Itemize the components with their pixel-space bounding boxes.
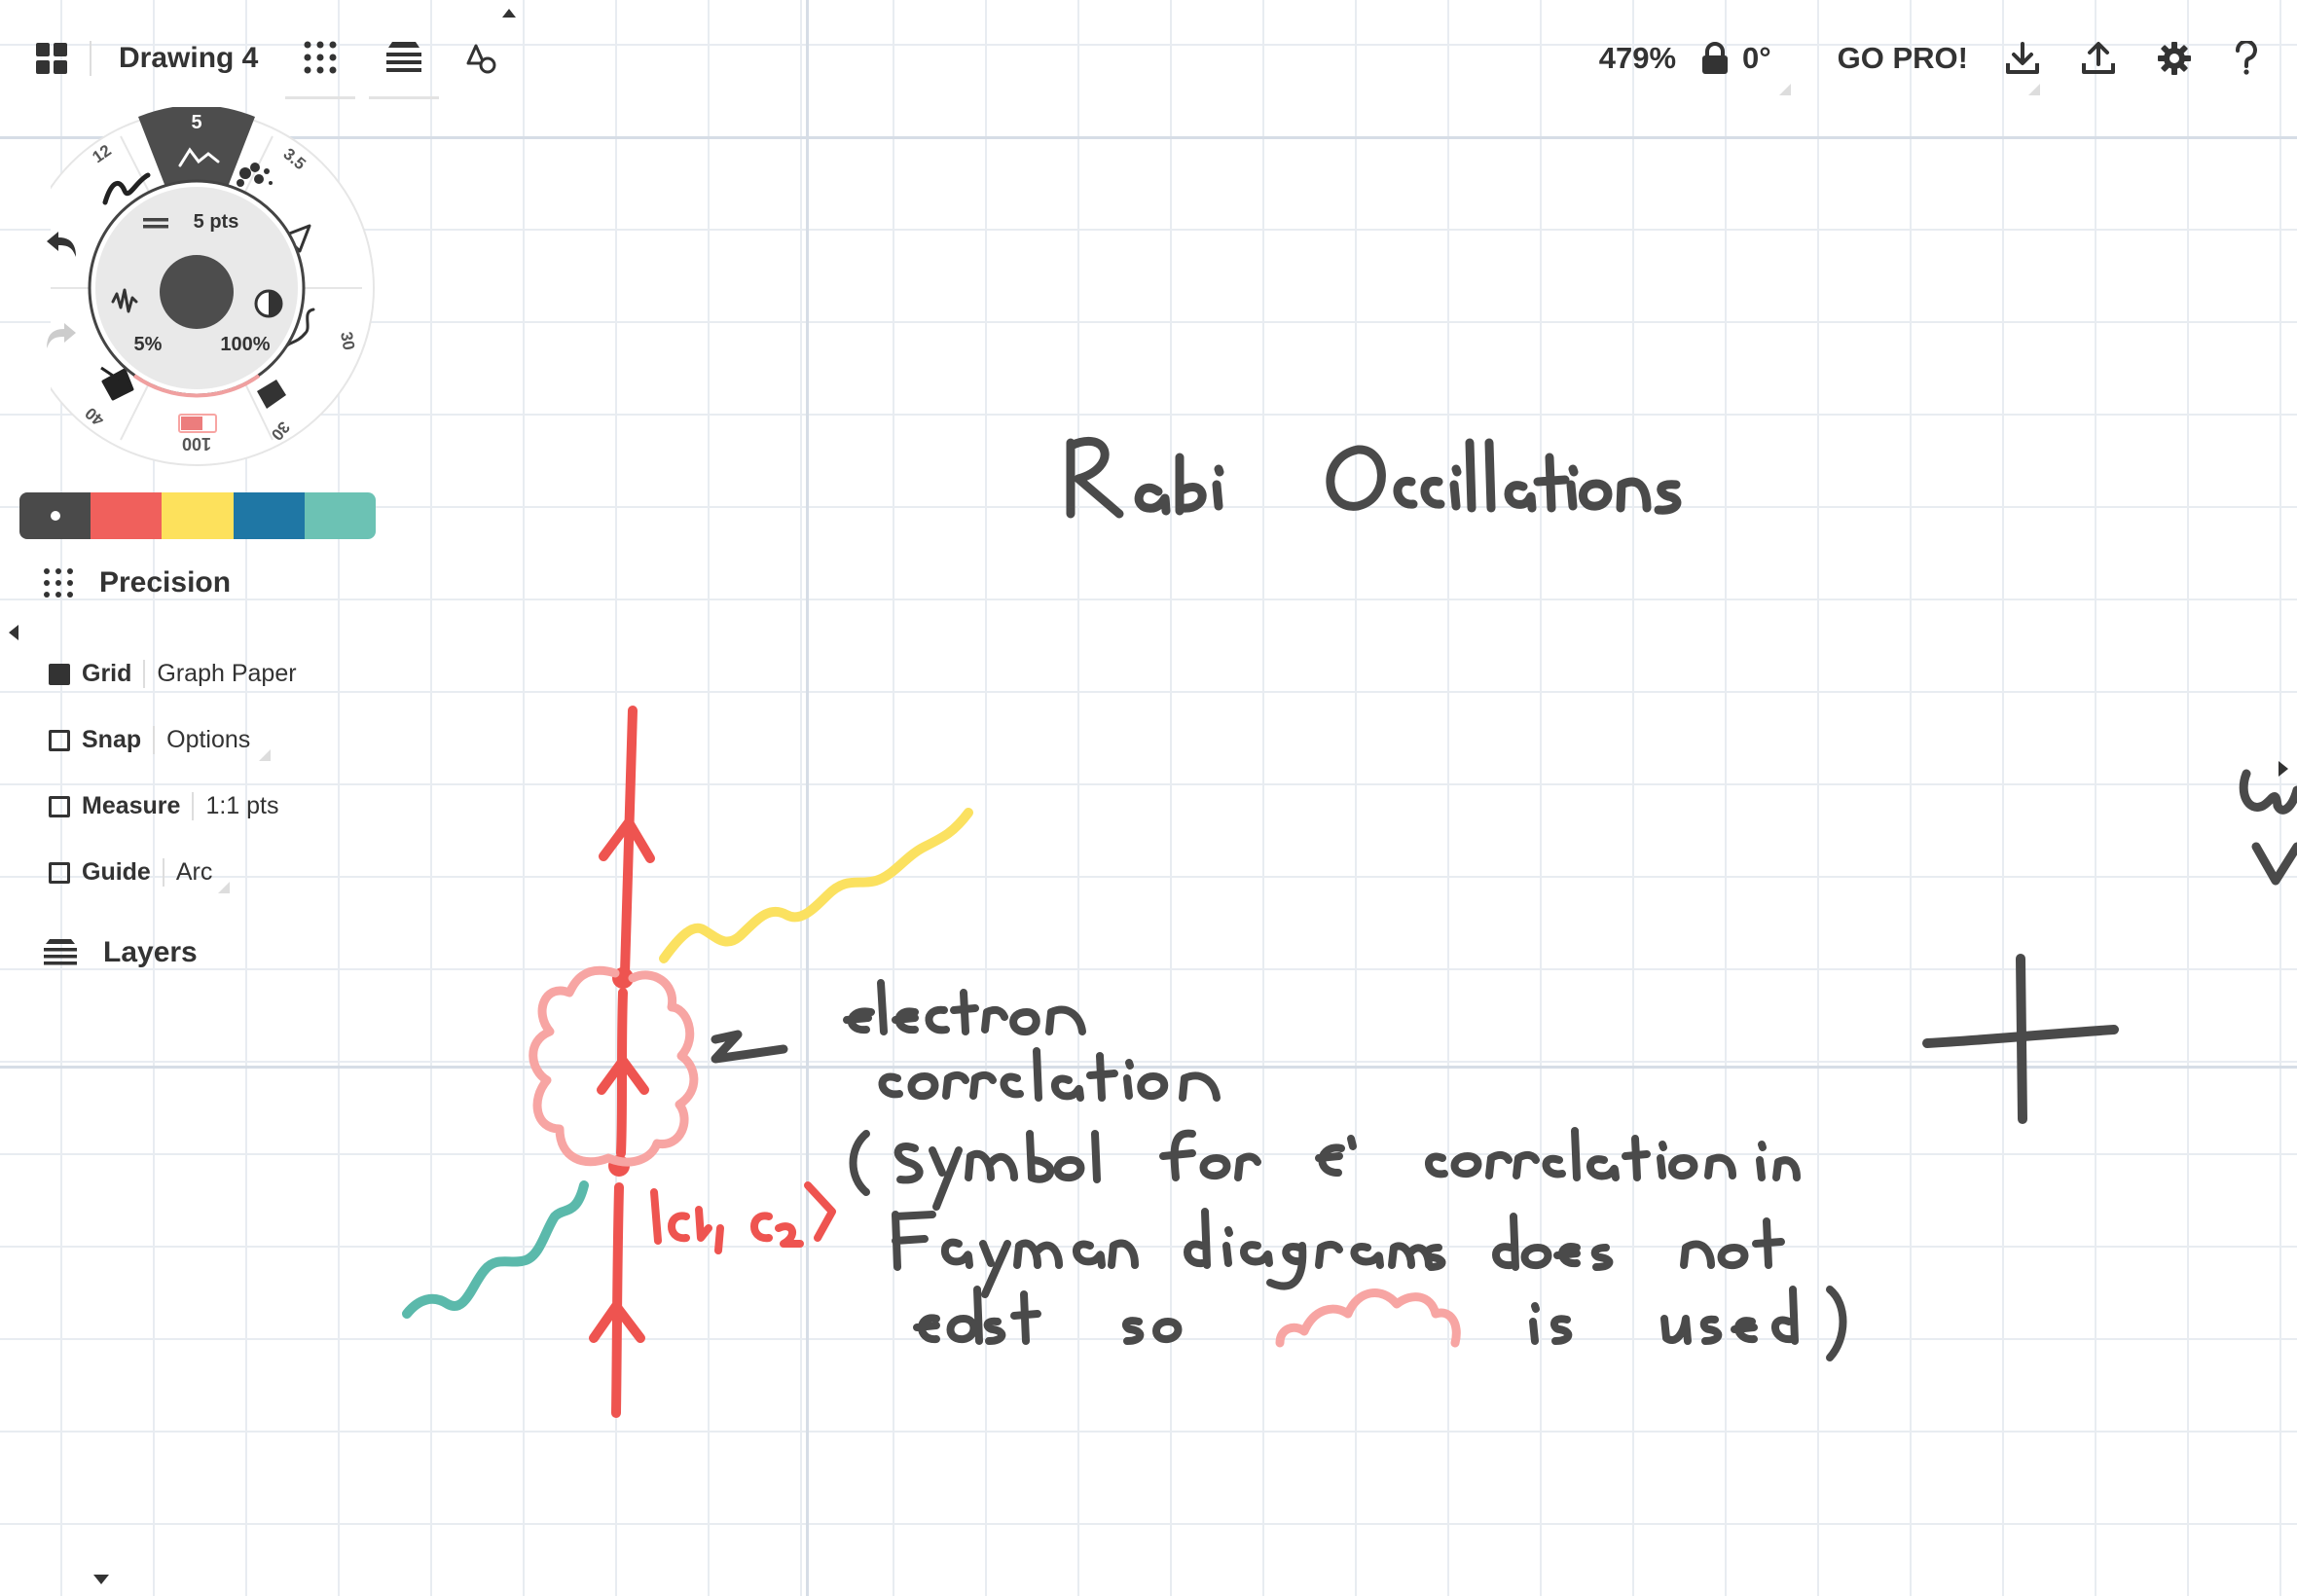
swatch-blue[interactable]	[233, 492, 305, 539]
layers-icon	[386, 41, 422, 72]
brush-size-active: 5	[191, 112, 201, 133]
grid-checkbox[interactable]	[49, 663, 70, 685]
shapes-icon	[466, 44, 496, 74]
precision-row-key: Guide	[82, 858, 151, 886]
collapse-panel-icon[interactable]	[6, 623, 21, 642]
scroll-down-icon[interactable]	[91, 1573, 111, 1586]
snap-checkbox[interactable]	[49, 729, 70, 751]
brush-size-label: 100	[182, 434, 211, 453]
smoothing-value[interactable]: 5%	[134, 334, 163, 355]
precision-row-measure[interactable]: Measure 1:1 pts	[49, 792, 279, 820]
title-handwriting	[1066, 436, 1682, 519]
layers-tool-button[interactable]	[369, 18, 440, 99]
annotation-handwriting	[843, 979, 1847, 1361]
pointer-arrow	[711, 1030, 788, 1064]
dot-grid-icon	[44, 568, 73, 598]
resize-corner-icon	[1779, 84, 1791, 95]
precision-row-value[interactable]: Graph Paper	[143, 660, 297, 688]
feynman-electron-line	[589, 706, 655, 1418]
opacity-icon	[254, 289, 283, 318]
zoom-level[interactable]: 479%	[1599, 19, 1676, 97]
layers-title: Layers	[103, 936, 198, 968]
precision-row-value[interactable]: Options	[153, 726, 250, 754]
guide-checkbox[interactable]	[49, 861, 70, 884]
precision-row-guide[interactable]: Guide Arc	[49, 858, 212, 887]
precision-row-key: Measure	[82, 792, 181, 819]
correlation-symbol-inline	[1275, 1288, 1461, 1348]
settings-button[interactable]	[2157, 19, 2192, 97]
swatch-dark[interactable]	[19, 492, 91, 539]
undo-button[interactable]	[45, 230, 78, 259]
precision-row-grid[interactable]: Grid Graph Paper	[49, 660, 297, 688]
measure-checkbox[interactable]	[49, 795, 70, 817]
lock-icon	[1702, 42, 1729, 74]
gear-icon	[2158, 42, 2191, 75]
opacity-value[interactable]: 100%	[220, 334, 270, 355]
redo-icon	[47, 323, 76, 348]
question-mark-icon	[2236, 41, 2257, 75]
expand-panel-icon[interactable]	[2276, 759, 2291, 779]
resize-corner-icon	[218, 882, 230, 893]
precision-row-key: Grid	[82, 660, 132, 687]
color-preview[interactable]	[160, 255, 234, 329]
ket-label	[650, 1181, 836, 1254]
rotation-readout[interactable]: 0°	[1742, 19, 1771, 97]
precision-row-snap[interactable]: Snap Options	[49, 726, 250, 754]
shapes-tool-button[interactable]	[453, 19, 511, 97]
go-pro-button[interactable]: GO PRO!	[1838, 19, 1968, 97]
precision-title: Precision	[99, 566, 232, 598]
swatch-yellow[interactable]	[162, 492, 234, 539]
swatch-teal[interactable]	[304, 492, 376, 539]
photon-wave-yellow	[659, 808, 973, 963]
lock-button[interactable]	[1701, 19, 1729, 97]
grid-gallery-icon	[36, 43, 67, 74]
stroke-width-value[interactable]: 5 pts	[194, 211, 239, 233]
brush-size-label: 30	[337, 330, 358, 351]
help-button[interactable]	[2235, 19, 2258, 97]
precision-header[interactable]: Precision	[43, 566, 231, 599]
upload-icon	[2082, 42, 2115, 74]
resize-corner-icon	[2028, 84, 2040, 95]
color-swatches	[19, 492, 376, 539]
precision-row-value[interactable]: Arc	[162, 858, 212, 887]
layers-icon	[44, 939, 77, 965]
resize-corner-icon	[259, 749, 271, 761]
brush-wheel[interactable]: 5 12 3.5 30 30 100 40 5 pts 5% 100%	[51, 107, 378, 469]
photon-wave-teal	[402, 1180, 589, 1319]
precision-row-value[interactable]: 1:1 pts	[192, 792, 279, 820]
download-icon	[2006, 42, 2039, 74]
swatch-red[interactable]	[91, 492, 163, 539]
document-title[interactable]: Drawing 4	[90, 41, 285, 76]
export-button[interactable]	[2081, 19, 2116, 97]
undo-icon	[47, 232, 76, 257]
gallery-button[interactable]	[35, 19, 68, 97]
layers-header[interactable]: Layers	[43, 936, 198, 969]
dot-grid-icon	[304, 41, 337, 73]
precision-row-key: Snap	[82, 726, 142, 753]
precision-tool-button[interactable]	[285, 18, 356, 99]
offscreen-handwriting	[2239, 769, 2297, 886]
redo-button[interactable]	[45, 321, 78, 350]
selected-indicator	[50, 511, 60, 521]
toolbar-collapse-icon[interactable]	[500, 6, 518, 19]
plus-sign	[1922, 954, 2119, 1124]
